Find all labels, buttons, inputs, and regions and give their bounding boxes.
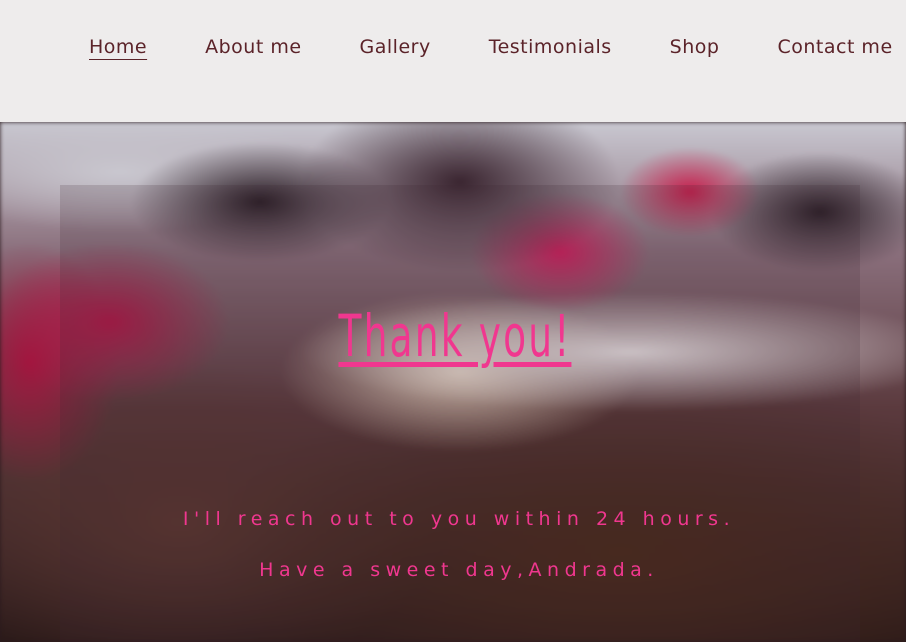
hero-section: Thank you! I'll reach out to you within … <box>0 122 906 642</box>
nav-gallery-link[interactable]: Gallery <box>360 36 431 58</box>
nav-testimonials-link[interactable]: Testimonials <box>489 36 612 58</box>
nav-shop-link[interactable]: Shop <box>670 36 720 58</box>
thank-you-heading: Thank you! <box>338 302 572 370</box>
main-nav: Home About me Gallery Testimonials Shop … <box>89 36 893 58</box>
sweet-day-message: Have a sweet day,Andrada. <box>259 559 659 581</box>
site-header: Home About me Gallery Testimonials Shop … <box>0 0 906 122</box>
nav-about-me-link[interactable]: About me <box>205 36 301 58</box>
reach-out-message: I'll reach out to you within 24 hours. <box>182 508 736 530</box>
nav-home-link[interactable]: Home <box>89 36 147 58</box>
page: Home About me Gallery Testimonials Shop … <box>0 0 906 642</box>
nav-contact-me-link[interactable]: Contact me <box>777 36 892 58</box>
